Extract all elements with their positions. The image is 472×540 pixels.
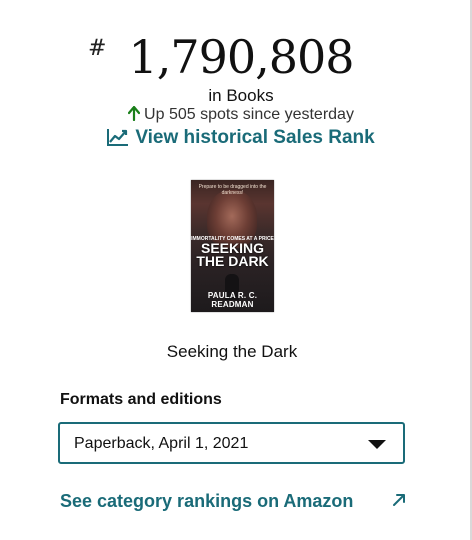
sales-rank-number: 1,790,808	[128, 30, 354, 84]
cover-tagline: Prepare to be dragged into the darkness!	[198, 184, 267, 196]
rank-change-text: Up 505 spots since yesterday	[144, 106, 354, 123]
rank-change-line: Up 505 spots since yesterday	[0, 105, 472, 126]
format-edition-select[interactable]: Paperback, April 1, 2021	[58, 422, 405, 464]
history-link-label: View historical Sales Rank	[135, 127, 375, 148]
external-link-icon[interactable]	[391, 492, 407, 513]
book-cover-image[interactable]: Prepare to be dragged into the darkness!…	[191, 180, 274, 312]
trend-chart-icon	[107, 128, 129, 152]
formats-heading: Formats and editions	[60, 391, 222, 408]
caret-down-icon	[368, 440, 386, 449]
rank-category: in Books	[208, 86, 274, 105]
selected-format-value: Paperback, April 1, 2021	[74, 435, 249, 452]
category-rankings-link[interactable]: See category rankings on Amazon	[60, 491, 353, 512]
view-historical-sales-rank-link[interactable]: View historical Sales Rank	[0, 127, 472, 152]
cover-author: PAULA R. C. READMAN	[207, 291, 258, 309]
book-title: Seeking the Dark	[166, 342, 298, 361]
cover-title: SEEKING THE DARK	[196, 240, 269, 269]
up-arrow-icon	[127, 105, 141, 126]
